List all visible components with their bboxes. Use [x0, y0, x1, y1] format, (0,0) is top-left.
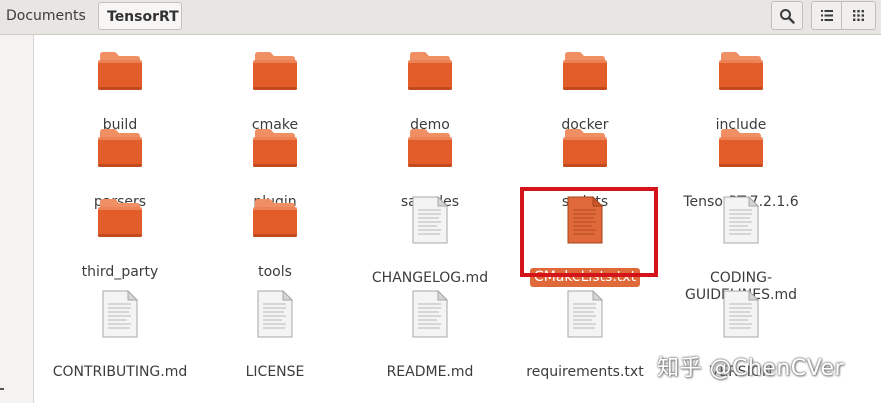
folder-icon [561, 49, 609, 91]
watermark: 知乎 @ChenCVer [657, 356, 845, 381]
breadcrumb-tensorrt[interactable]: TensorRT [98, 2, 182, 30]
folder-icon [96, 49, 144, 91]
text-document-icon [257, 289, 294, 338]
file-item-license[interactable]: LICENSE [200, 289, 350, 382]
item-label: README.md [386, 364, 474, 380]
text-document-icon [102, 289, 139, 338]
item-label: CONTRIBUTING.md [52, 364, 188, 380]
item-label: third_party [81, 264, 159, 280]
folder-icon [96, 196, 144, 238]
folder-icon [406, 126, 454, 168]
text-document-icon [723, 289, 760, 338]
grid-view-icon [853, 10, 864, 21]
folder-icon [406, 49, 454, 91]
item-label: LICENSE [245, 364, 305, 380]
file-item-coding-guidelines-md[interactable]: CODING- GUIDELINES.md [666, 195, 816, 305]
search-icon [780, 8, 795, 24]
sidebar-marker [0, 388, 4, 390]
folder-icon [251, 49, 299, 91]
folder-icon [96, 126, 144, 168]
folder-item-build[interactable]: build [45, 49, 195, 135]
text-document-icon [412, 289, 449, 338]
list-view-button[interactable] [811, 1, 842, 30]
path-bar: Documents TensorRT [0, 0, 881, 35]
folder-icon [251, 196, 299, 238]
folder-icon [717, 126, 765, 168]
item-label: requirements.txt [526, 364, 644, 380]
folder-item-include[interactable]: include [666, 49, 816, 135]
grid-view-button[interactable] [842, 1, 876, 30]
folder-icon [561, 126, 609, 168]
breadcrumb-documents[interactable]: Documents [0, 2, 97, 30]
text-document-icon [723, 195, 760, 244]
file-item-changelog-md[interactable]: CHANGELOG.md [355, 195, 505, 288]
text-document-icon [567, 289, 604, 338]
file-item-requirements-txt[interactable]: requirements.txt [510, 289, 660, 382]
folder-item-demo[interactable]: demo [355, 49, 505, 135]
folder-item-tools[interactable]: tools [200, 196, 350, 282]
file-item-readme-md[interactable]: README.md [355, 289, 505, 382]
highlight-box [520, 187, 658, 277]
folder-icon [717, 49, 765, 91]
sidebar[interactable] [0, 35, 34, 403]
item-label: tools [258, 264, 292, 280]
folder-item-docker[interactable]: docker [510, 49, 660, 135]
search-button[interactable] [771, 1, 803, 30]
file-item-contributing-md[interactable]: CONTRIBUTING.md [45, 289, 195, 382]
folder-item-third-party[interactable]: third_party [45, 196, 195, 282]
folder-item-cmake[interactable]: cmake [200, 49, 350, 135]
text-document-icon [412, 195, 449, 244]
item-label: CHANGELOG.md [371, 270, 489, 286]
list-view-icon [820, 10, 833, 21]
folder-icon [251, 126, 299, 168]
